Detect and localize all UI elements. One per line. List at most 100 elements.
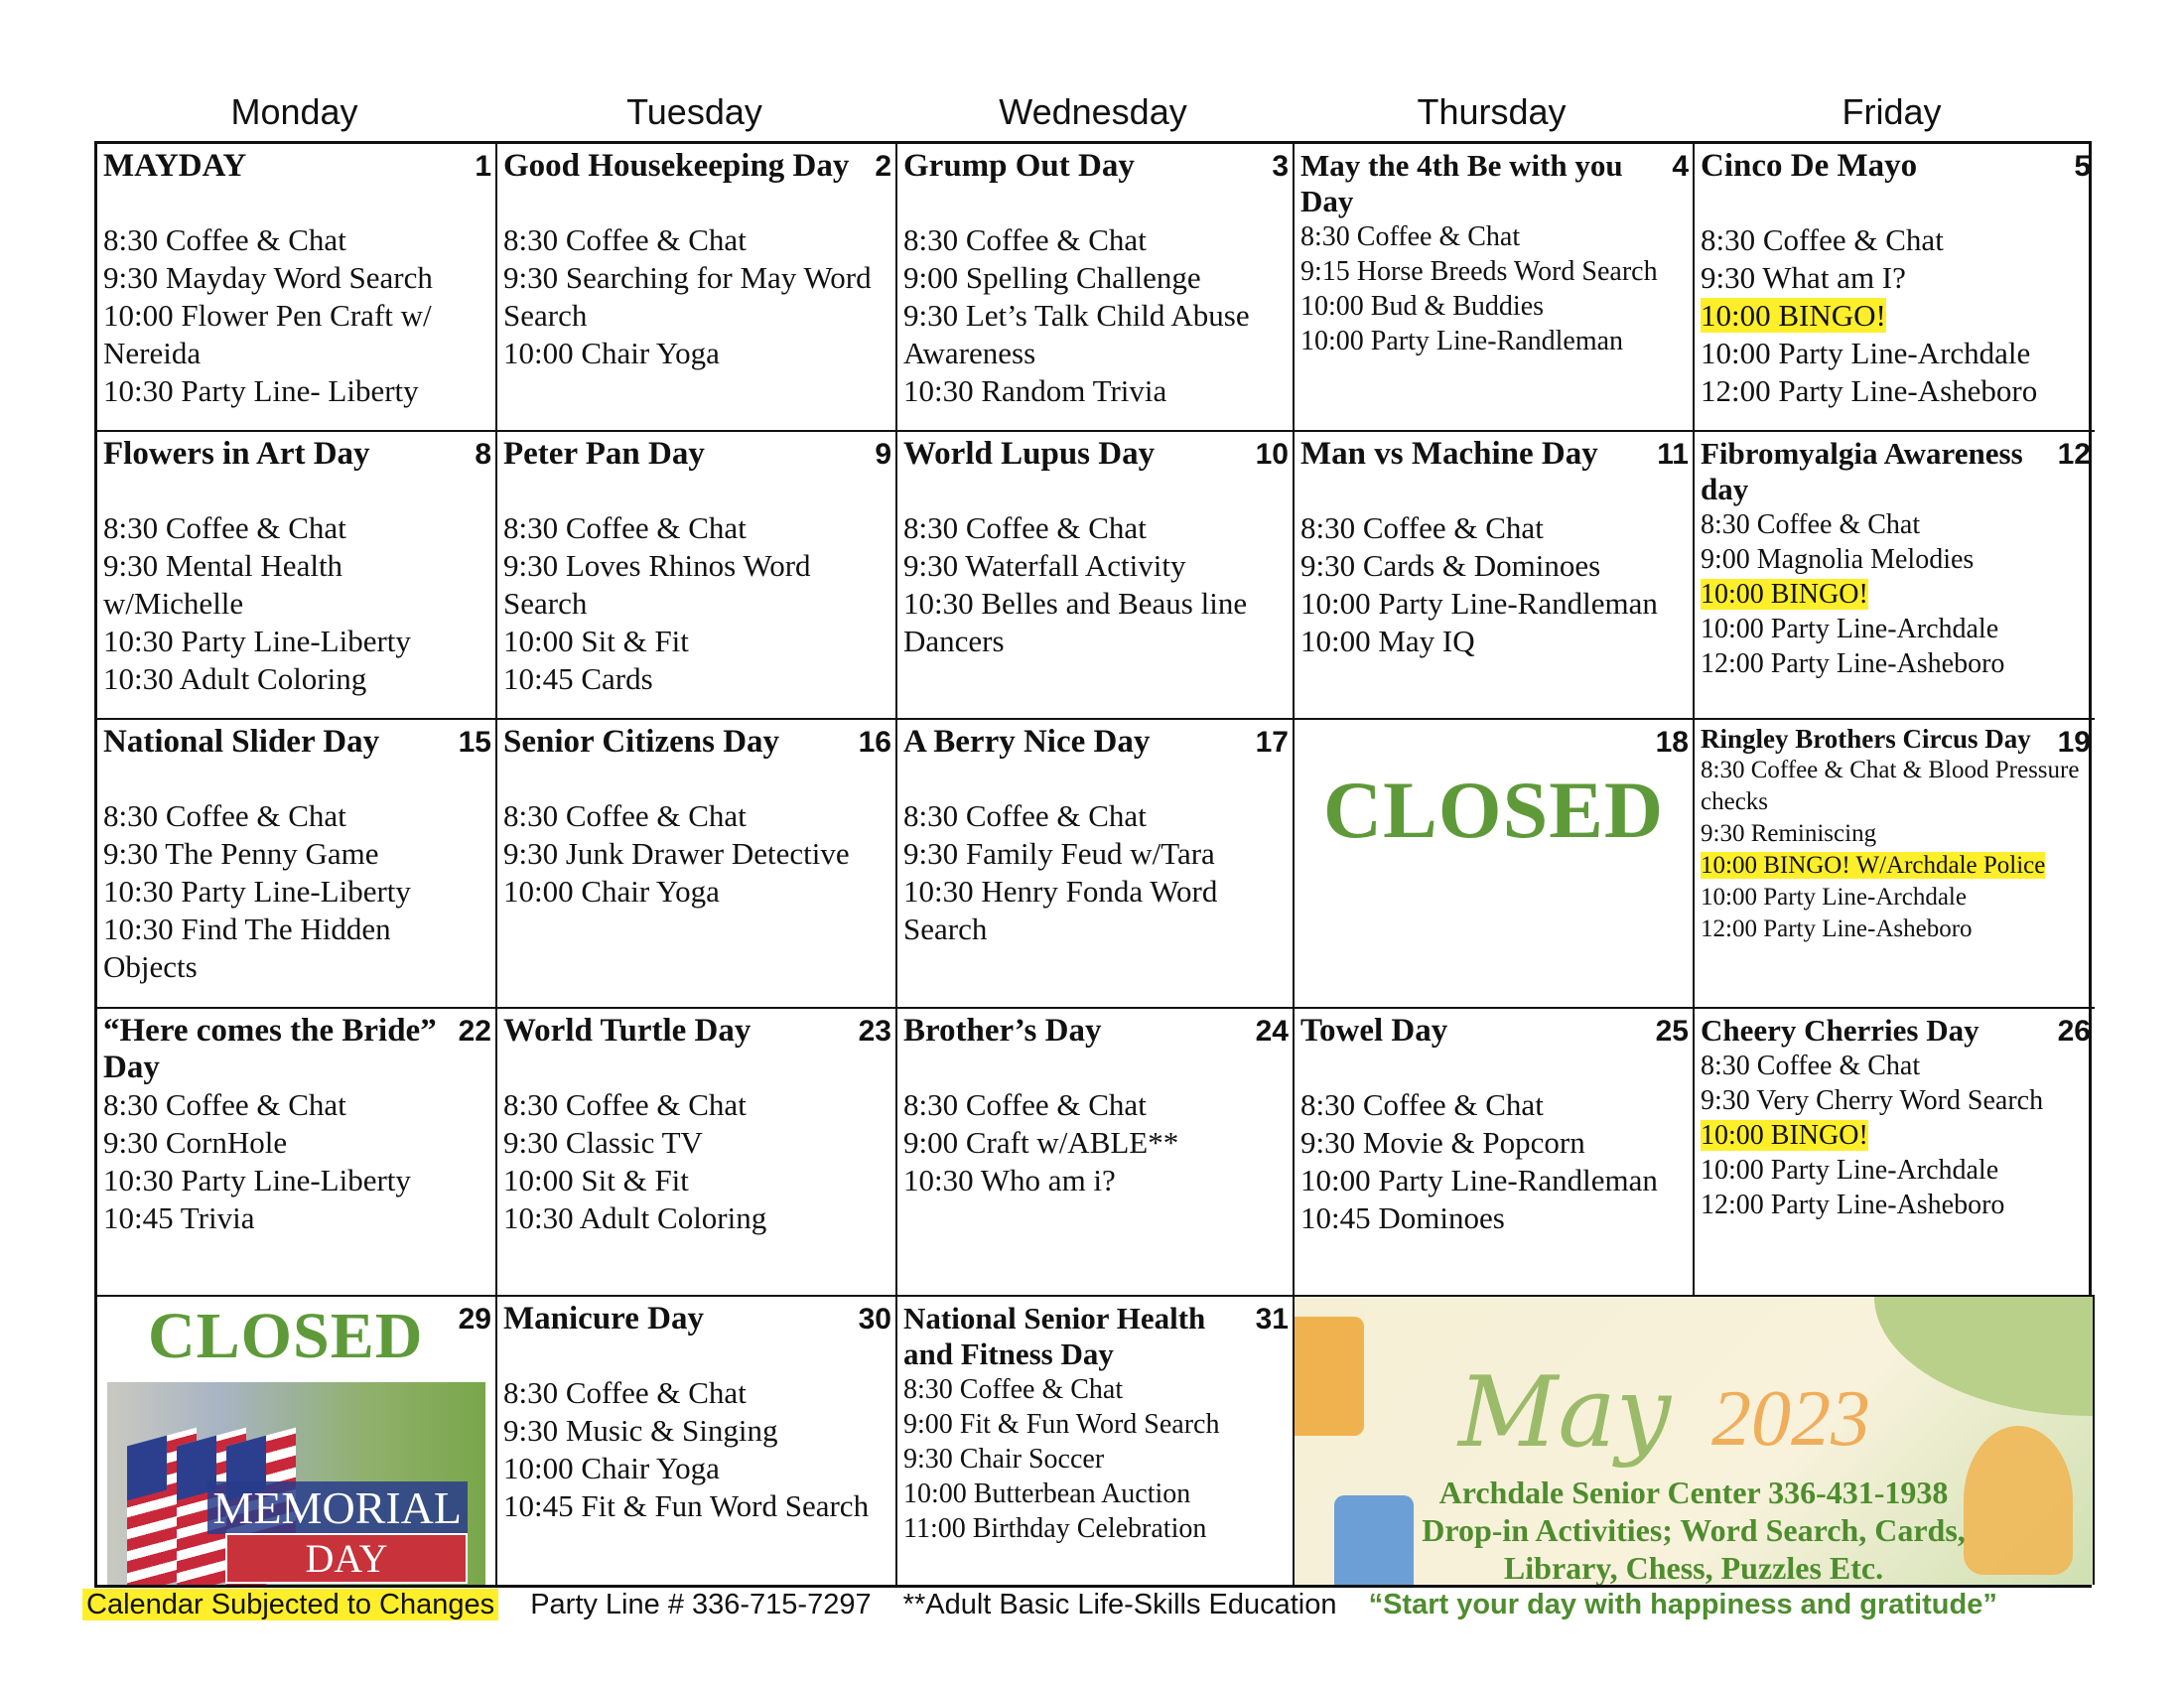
event-text: 10:00 Chair Yoga xyxy=(503,1450,720,1485)
day-title: A Berry Nice Day xyxy=(903,724,1151,761)
event: 10:00 May IQ xyxy=(1300,623,1687,660)
day-cell: 5 Cinco De Mayo 8:30 Coffee & Chat 9:30 Wha… xyxy=(1695,144,2095,433)
event-text: 10:00 Flower Pen Craft w/ Nereida xyxy=(103,298,432,370)
event: 8:30 Coffee & Chat xyxy=(1300,219,1687,254)
day-number: 3 xyxy=(1272,150,1289,183)
day-cell: 4 May the 4th Be with you Day 8:30 Coffee … xyxy=(1295,144,1695,433)
event: 8:30 Coffee & Chat xyxy=(903,509,1287,547)
day-number: 25 xyxy=(1655,1014,1689,1048)
day-number: 1 xyxy=(475,150,491,183)
day-title: Flowers in Art Day xyxy=(103,436,370,473)
weekday-tuesday: Tuesday xyxy=(626,91,762,132)
event: 9:30 Searching for May Word Search xyxy=(503,259,889,335)
event: 9:30 Mayday Word Search xyxy=(103,259,489,297)
event: 12:00 Party Line-Asheboro xyxy=(1701,1188,2089,1222)
event-text: 9:30 Loves Rhinos Word Search xyxy=(503,548,811,622)
day-number: 22 xyxy=(458,1014,491,1048)
day-title: World Lupus Day xyxy=(903,436,1156,473)
event: 9:00 Magnolia Melodies xyxy=(1701,542,2089,577)
event-text: 10:30 Party Line-Liberty xyxy=(103,874,411,910)
event: 10:30 Party Line- Liberty xyxy=(103,372,489,410)
event: 9:30 Junk Drawer Detective xyxy=(503,835,889,873)
may-2023-banner: May 2023 Archdale Senior Center 336-431-19… xyxy=(1295,1296,2095,1585)
closed-label: CLOSED xyxy=(148,1299,424,1372)
event: 10:45 Trivia xyxy=(103,1199,489,1237)
event: 10:00 BINGO! W/Archdale Police xyxy=(1701,850,2089,882)
day-cell: 17 A Berry Nice Day 8:30 Coffee & Chat 9:30… xyxy=(897,720,1295,1009)
event: 10:00 Chair Yoga xyxy=(503,1450,889,1487)
event-text: 10:45 Cards xyxy=(503,661,653,697)
weekday-thursday: Thursday xyxy=(1417,91,1567,132)
event: 9:30 Let’s Talk Child Abuse Awareness xyxy=(903,297,1287,372)
day-number: 30 xyxy=(858,1302,891,1336)
day-cell: 24 Brother’s Day 8:30 Coffee & Chat 9:00 Cr… xyxy=(897,1008,1295,1297)
changes-note: Calendar Subjected to Changes xyxy=(82,1589,499,1620)
event: 10:00 Flower Pen Craft w/ Nereida xyxy=(103,297,489,372)
event-text: 10:00 BINGO! xyxy=(1701,1119,1868,1151)
event: 9:30 What am I? xyxy=(1701,259,2089,297)
event-text: 8:30 Coffee & Chat xyxy=(903,510,1147,546)
event-text: 10:30 Party Line-Liberty xyxy=(103,624,411,659)
event: 10:00 BINGO! xyxy=(1701,297,2089,335)
event-text: 9:00 Craft w/ABLE** xyxy=(903,1124,1179,1160)
event: 9:30 CornHole xyxy=(103,1124,489,1162)
event-text: 11:00 Birthday Celebration xyxy=(903,1512,1207,1544)
event: 8:30 Coffee & Chat xyxy=(1701,1049,2089,1083)
event: 8:30 Coffee & Chat xyxy=(503,509,889,547)
day-cell: 3 Grump Out Day 8:30 Coffee & Chat 9:00 Spe… xyxy=(897,144,1295,433)
event-text: 9:30 Let’s Talk Child Abuse Awareness xyxy=(903,298,1250,370)
event: 10:30 Adult Coloring xyxy=(103,660,489,698)
day-cell: 18 CLOSED xyxy=(1295,720,1695,1009)
event-text: 9:30 Chair Soccer xyxy=(903,1443,1105,1475)
day-cell: 23 World Turtle Day 8:30 Coffee & Chat 9:30… xyxy=(497,1008,897,1297)
event-text: 9:30 Very Cherry Word Search xyxy=(1701,1084,2044,1116)
event: 10:00 Party Line-Archdale xyxy=(1701,882,2089,914)
event-text: 9:30 What am I? xyxy=(1701,260,1906,295)
event: 8:30 Coffee & Chat xyxy=(503,797,889,835)
weekday-monday: Monday xyxy=(230,91,358,132)
event-text: 8:30 Coffee & Chat xyxy=(903,798,1147,834)
quote: “Start your day with happiness and grati… xyxy=(1368,1589,1997,1620)
event-text: 10:00 Chair Yoga xyxy=(503,336,720,370)
event: 12:00 Party Line-Asheboro xyxy=(1701,914,2089,945)
event: 9:00 Fit & Fun Word Search xyxy=(903,1407,1287,1442)
event-text: 9:30 Mental Health w/Michelle xyxy=(103,548,343,622)
decoration-icon xyxy=(1874,1296,2093,1416)
event-text: 8:30 Coffee & Chat xyxy=(1300,510,1544,546)
day-title: Ringley Brothers Circus Day xyxy=(1701,724,2031,755)
event-text: 9:30 CornHole xyxy=(103,1124,288,1160)
day-title: Good Housekeeping Day xyxy=(503,148,850,184)
event: 8:30 Coffee & Chat xyxy=(103,797,489,835)
event: 10:00 Party Line-Archdale xyxy=(1701,612,2089,646)
event: 12:00 Party Line-Asheboro xyxy=(1701,372,2089,410)
able-footnote: **Adult Basic Life-Skills Education xyxy=(902,1589,1337,1620)
day-cell: 30 Manicure Day 8:30 Coffee & Chat 9:30 Mus… xyxy=(497,1296,897,1585)
event-text: 8:30 Coffee & Chat xyxy=(1300,1086,1544,1122)
event: 9:30 Reminiscing xyxy=(1701,818,2089,850)
day-cell: 22 “Here comes the Bride” Day 8:30 Coffee … xyxy=(97,1008,497,1297)
day-number: 9 xyxy=(875,438,891,472)
day-number: 15 xyxy=(458,726,491,760)
banner-line: Drop-in Activities; Word Search, Cards, xyxy=(1422,1511,1966,1548)
day-cell: 15 National Slider Day 8:30 Coffee & Chat 9… xyxy=(97,720,497,1009)
event-text: 8:30 Coffee & Chat xyxy=(503,1086,747,1122)
weekday-header: Monday Tuesday Wednesday Thursday Friday xyxy=(94,91,2092,133)
day-cell: 11 Man vs Machine Day 8:30 Coffee & Chat 9:… xyxy=(1295,432,1695,721)
event-text: 9:00 Fit & Fun Word Search xyxy=(903,1408,1220,1440)
event: 9:30 Very Cherry Word Search xyxy=(1701,1083,2089,1118)
event-text: 9:30 Family Feud w/Tara xyxy=(903,836,1215,872)
event-text: 9:30 Classic TV xyxy=(503,1124,703,1160)
banner-line: Archdale Senior Center 336-431-1938 xyxy=(1438,1474,1949,1510)
event: 10:00 BINGO! xyxy=(1701,577,2089,612)
day-cell: 29 CLOSED MEMORIAL DAY xyxy=(97,1296,497,1585)
event-text: 10:30 Belles and Beaus line Dancers xyxy=(903,586,1248,659)
event-text: 9:15 Horse Breeds Word Search xyxy=(1300,256,1658,287)
event-text: 10:00 Chair Yoga xyxy=(503,874,720,910)
event: 10:45 Fit & Fun Word Search xyxy=(503,1487,889,1525)
event: 10:00 Chair Yoga xyxy=(503,873,889,911)
day-title: Manicure Day xyxy=(503,1300,704,1336)
event-text: 10:00 Party Line-Archdale xyxy=(1701,614,1999,645)
event: 8:30 Coffee & Chat xyxy=(903,1372,1287,1407)
event-text: 10:45 Trivia xyxy=(103,1199,255,1235)
event-text: 10:00 Party Line-Archdale xyxy=(1701,884,1967,912)
